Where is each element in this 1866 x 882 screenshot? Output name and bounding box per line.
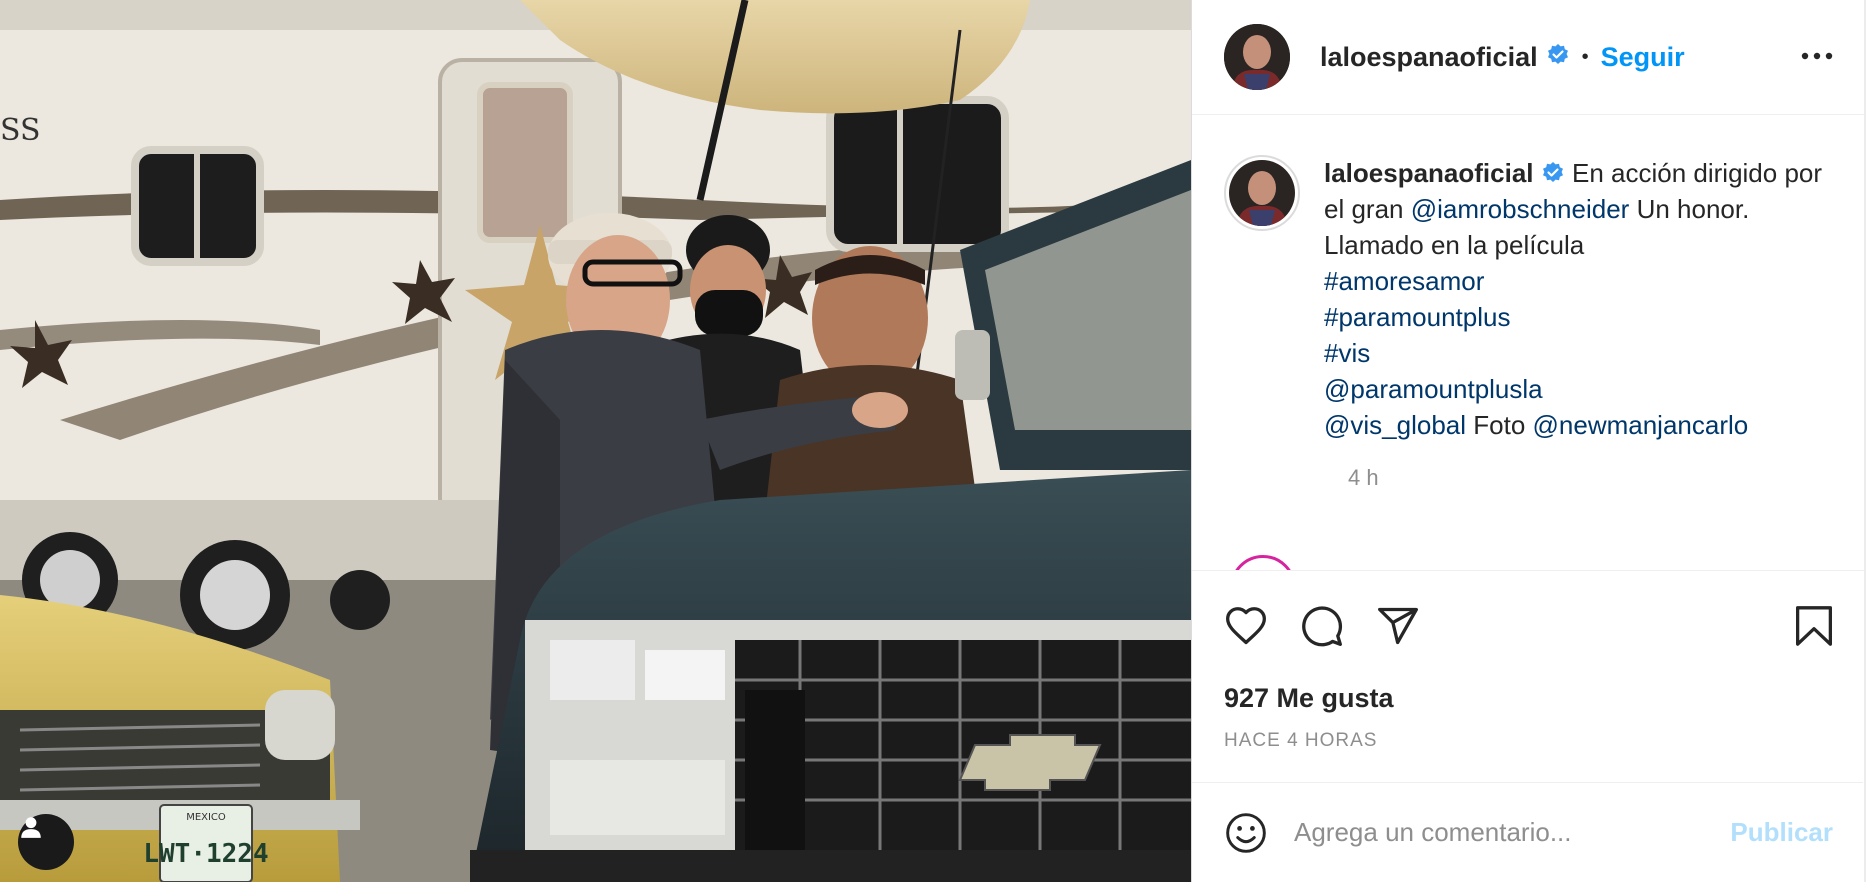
caption-text-part: Foto — [1466, 410, 1533, 440]
post-side-panel: laloespanaoficial • Seguir laloespanaofi… — [1191, 0, 1866, 882]
caption-text: laloespanaoficial En acción dirigido por… — [1324, 155, 1824, 443]
verified-badge-icon — [1542, 162, 1563, 182]
user-tag-icon — [21, 817, 41, 838]
bookmark-icon[interactable] — [1794, 604, 1834, 648]
caption-time[interactable]: 4 h — [1348, 465, 1834, 491]
post-timestamp[interactable]: HACE 4 HORAS — [1192, 730, 1864, 752]
action-bar — [1192, 570, 1864, 680]
license-plate-text: LWT·1224 — [143, 839, 268, 869]
hashtag-link[interactable]: #vis — [1324, 338, 1370, 368]
caption-section: laloespanaoficial En acción dirigido por… — [1192, 115, 1864, 570]
mention-link[interactable]: @newmanjancarlo — [1533, 410, 1749, 440]
caption-username[interactable]: laloespanaoficial — [1324, 158, 1534, 188]
post-header: laloespanaoficial • Seguir — [1192, 0, 1864, 115]
hashtag-link[interactable]: #amoresamor — [1324, 266, 1484, 296]
heart-icon[interactable] — [1224, 604, 1268, 648]
plate-top-text: MEXICO — [186, 812, 226, 823]
publish-button[interactable]: Publicar — [1730, 817, 1833, 848]
post-viewer: SS MEXICO LWT·1224 laloespanaoficial • S… — [0, 0, 1866, 882]
caption-row: laloespanaoficial En acción dirigido por… — [1224, 155, 1834, 443]
mention-link[interactable]: @paramountplusla — [1324, 374, 1543, 404]
post-photo[interactable]: SS MEXICO LWT·1224 — [0, 0, 1191, 882]
tag-user-button[interactable] — [18, 814, 74, 870]
photo-text-layer: MEXICO LWT·1224 — [143, 812, 268, 869]
like-count[interactable]: 927 Me gusta — [1192, 680, 1864, 716]
comment-input[interactable] — [1292, 816, 1731, 849]
follow-button[interactable]: Seguir — [1601, 42, 1685, 73]
more-options-icon[interactable] — [1800, 48, 1834, 66]
comment-form: Publicar — [1192, 782, 1863, 882]
header-separator: • — [1581, 45, 1589, 68]
comment-icon[interactable] — [1300, 604, 1344, 648]
share-icon[interactable] — [1376, 604, 1420, 648]
mention-link[interactable]: @iamrobschneider — [1411, 194, 1630, 224]
hashtag-link[interactable]: #paramountplus — [1324, 302, 1510, 332]
emoji-icon[interactable] — [1224, 811, 1268, 855]
author-username[interactable]: laloespanaoficial — [1320, 42, 1538, 73]
mention-link[interactable]: @vis_global — [1324, 410, 1466, 440]
author-avatar[interactable] — [1224, 24, 1290, 90]
verified-badge-icon — [1546, 43, 1570, 72]
caption-avatar[interactable] — [1224, 155, 1300, 231]
next-comment-avatar[interactable] — [1230, 555, 1296, 570]
